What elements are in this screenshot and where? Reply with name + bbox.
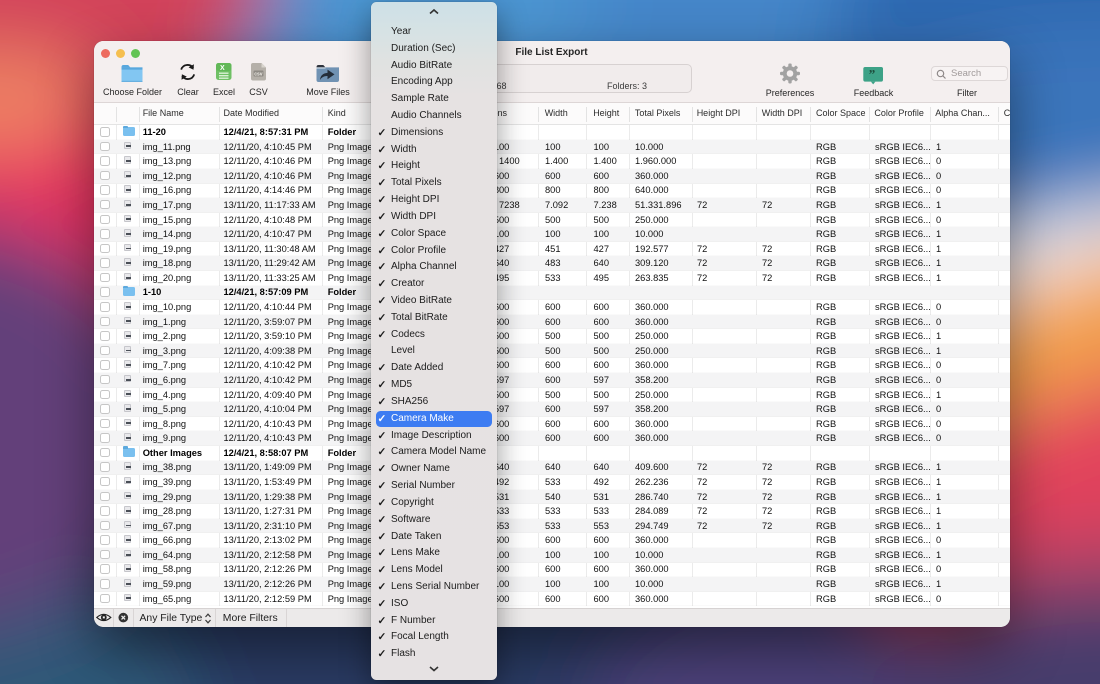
svg-text:X: X (220, 65, 225, 72)
svg-text:csv: csv (254, 71, 263, 77)
svg-text:”: ” (869, 66, 876, 81)
